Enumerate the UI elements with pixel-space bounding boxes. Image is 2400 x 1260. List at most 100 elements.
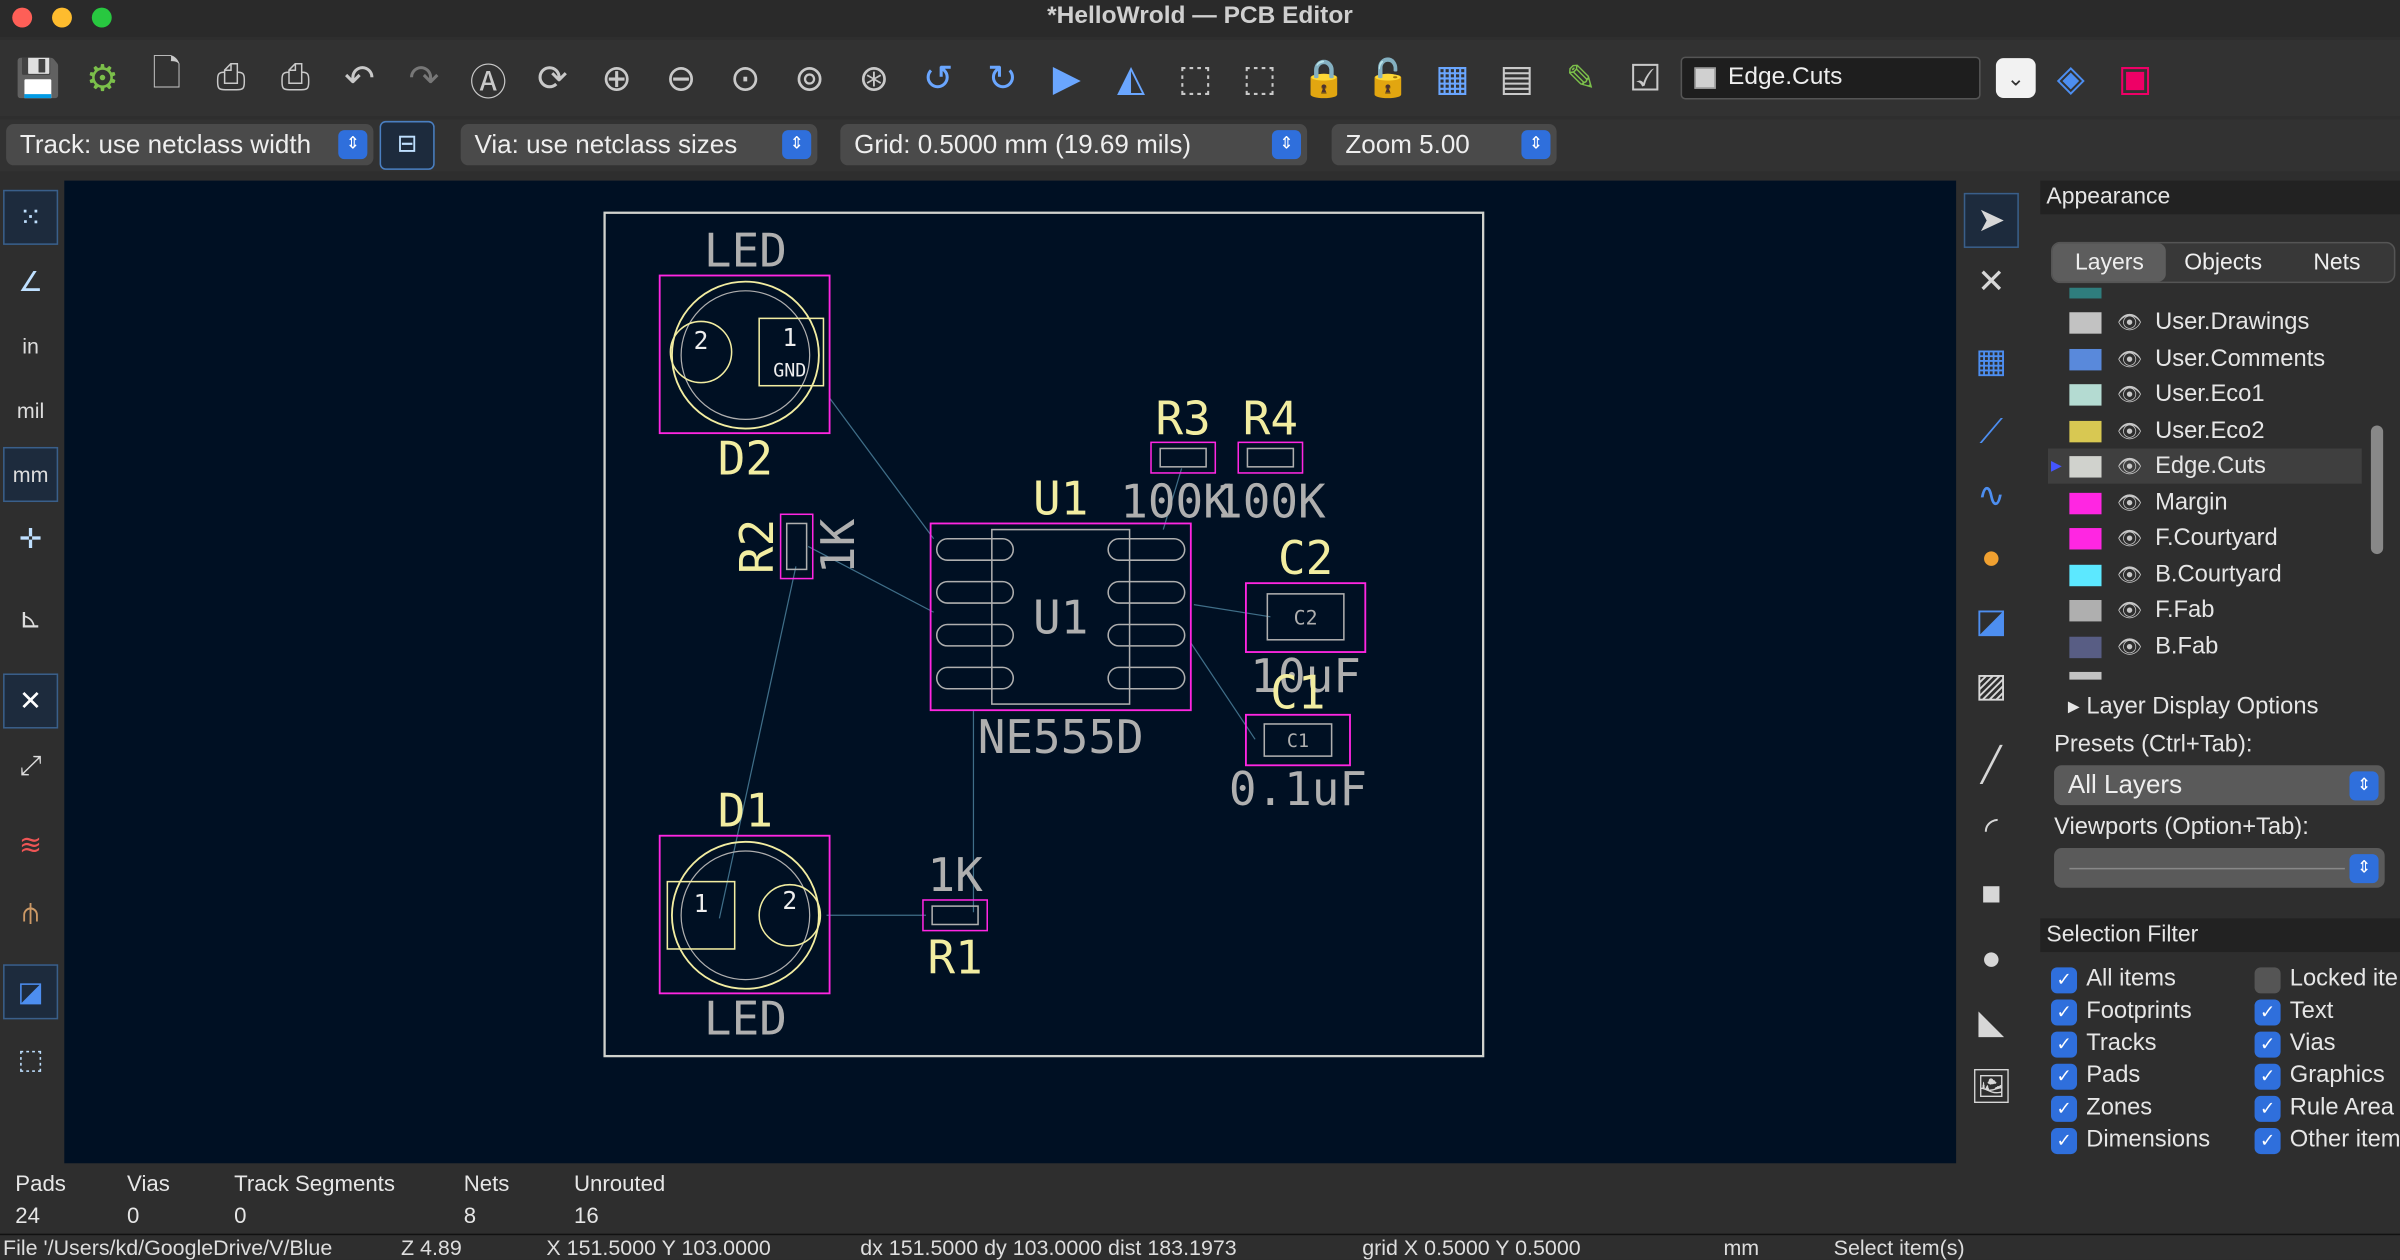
zone-icon[interactable]: ◪ <box>1964 594 2019 649</box>
mils-icon[interactable]: mil <box>3 383 58 438</box>
checkbox[interactable]: ✓ <box>2254 1128 2281 1155</box>
zoom-fit-icon[interactable]: ⊙ <box>716 49 774 107</box>
refresh-icon[interactable]: ⟳ <box>523 49 581 107</box>
layer-color-swatch[interactable] <box>2069 528 2102 550</box>
scripting-icon[interactable]: ✎ <box>1552 49 1610 107</box>
rotate-ccw-icon[interactable]: ↺ <box>909 49 967 107</box>
board-setup-icon[interactable]: ⚙ <box>73 49 131 107</box>
layer-color-swatch[interactable] <box>2069 456 2102 478</box>
via-icon[interactable]: ⫛ <box>3 885 58 940</box>
checkbox[interactable]: ✓ <box>2051 1031 2078 1058</box>
layer-row[interactable]: ▶ 👁 Edge.Cuts <box>2047 448 2362 484</box>
mm-icon[interactable]: mm <box>3 446 59 503</box>
checkbox[interactable]: ✓ <box>2254 1063 2281 1090</box>
curved-ratsnest-icon[interactable]: ⤢ <box>3 738 58 793</box>
unlock-icon[interactable]: 🔓 <box>1359 49 1417 107</box>
polar-icon[interactable]: ∠ <box>3 254 58 309</box>
footprint-browser-icon[interactable]: ▤ <box>1488 49 1546 107</box>
select-icon[interactable]: ➤ <box>1963 192 2019 248</box>
eye-icon[interactable]: 👁 <box>2117 628 2142 663</box>
page-settings-icon[interactable]: 🗋 <box>138 49 196 107</box>
layer-row[interactable]: 👁 F.Fab <box>2048 592 2362 627</box>
minimize-button[interactable] <box>52 7 72 28</box>
zone-icon[interactable]: ◪ <box>3 964 59 1020</box>
ungroup-icon[interactable]: ⬚ <box>1231 49 1289 107</box>
zoom-objects-icon[interactable]: ⊚ <box>781 49 839 107</box>
via-size-select[interactable]: Via: use netclass sizes ⇕ <box>460 123 818 166</box>
flip-icon[interactable]: ▶ <box>1038 49 1096 107</box>
zoom-button[interactable] <box>91 7 112 28</box>
close-button[interactable] <box>12 7 33 28</box>
arc-icon[interactable]: ◜ <box>1964 802 2019 857</box>
redo-icon[interactable]: ↷ <box>395 49 453 107</box>
eye-icon[interactable]: 👁 <box>2117 305 2142 340</box>
active-layer-select[interactable]: Edge.Cuts <box>1680 56 1981 100</box>
track-outline-icon[interactable]: ≋ <box>3 817 58 872</box>
ratsnest-icon[interactable]: ✕ <box>3 673 59 729</box>
layer-color-swatch[interactable] <box>2069 564 2102 586</box>
line-icon[interactable]: ╱ <box>1964 738 2019 793</box>
layer-list-scrollbar[interactable] <box>2370 425 2384 555</box>
layer-color-swatch[interactable] <box>2069 348 2102 370</box>
eye-icon[interactable]: 👁 <box>2117 448 2142 483</box>
tune-length-icon[interactable]: ∿ <box>1964 468 2019 523</box>
footprint-r2[interactable]: R2 1K <box>730 513 865 580</box>
save-icon[interactable]: 💾 <box>9 49 67 107</box>
print-icon[interactable]: ⎙ <box>202 49 260 107</box>
layer-row[interactable]: 👁 User.Eco1 <box>2048 377 2362 412</box>
layer-display-options-toggle[interactable]: ▸ Layer Display Options <box>2068 692 2319 721</box>
axes-icon[interactable]: ⊾ <box>3 591 58 646</box>
eye-icon[interactable]: 👁 <box>2117 484 2142 519</box>
auto-track-width-icon[interactable]: ⊟ <box>379 120 435 170</box>
zoom-in-icon[interactable]: ⊕ <box>588 49 646 107</box>
cursor-icon[interactable]: ✛ <box>3 511 58 566</box>
plot-icon[interactable]: ⎙ <box>266 49 324 107</box>
rotate-cw-icon[interactable]: ↻ <box>973 49 1031 107</box>
eye-icon[interactable]: 👁 <box>2117 341 2142 376</box>
inches-icon[interactable]: in <box>3 318 58 373</box>
via-icon[interactable]: ● <box>1964 530 2019 585</box>
footprint-icon[interactable]: ▦ <box>1964 334 2019 389</box>
layer-color-swatch[interactable] <box>2069 599 2102 622</box>
layer-color-swatch[interactable] <box>2069 492 2102 514</box>
image-icon[interactable]: 🖼 <box>1964 1059 2019 1114</box>
zoom-selection-icon[interactable]: ⊛ <box>845 49 903 107</box>
viewports-select[interactable]: ⇕ <box>2054 847 2385 888</box>
footprint-editor-icon[interactable]: ▣ <box>2106 49 2164 107</box>
lock-icon[interactable]: 🔒 <box>1295 49 1353 107</box>
tab-nets[interactable]: Nets <box>2280 243 2394 281</box>
undo-icon[interactable]: ↶ <box>331 49 389 107</box>
checklist-icon[interactable]: ☑ <box>1616 49 1674 107</box>
layer-row-partial[interactable] <box>2048 287 2362 305</box>
chevron-down-icon[interactable]: ⌄ <box>1995 58 2036 98</box>
eye-icon[interactable]: 👁 <box>2117 412 2142 447</box>
layer-row[interactable]: 👁 User.Comments <box>2048 341 2362 376</box>
zoom-out-icon[interactable]: ⊖ <box>652 49 710 107</box>
layer-color-swatch[interactable] <box>2069 635 2102 658</box>
checkbox[interactable]: ✓ <box>2051 1095 2078 1122</box>
bbox-icon[interactable]: ⬚ <box>3 1032 58 1087</box>
group-icon[interactable]: ⬚ <box>1166 49 1224 107</box>
footprint-d1[interactable]: 1 2 D1 LED <box>658 784 831 1046</box>
layer-row[interactable]: 👁 User.Drawings <box>2048 305 2362 340</box>
track-width-select[interactable]: Track: use netclass width ⇕ <box>6 123 374 166</box>
checkbox[interactable]: ✓ <box>2254 1095 2281 1122</box>
layer-pair-icon[interactable]: ◈ <box>2042 49 2100 107</box>
eye-icon[interactable]: 👁 <box>2117 520 2142 555</box>
local-ratsnest-icon[interactable]: ✕ <box>1964 254 2019 309</box>
checkbox[interactable]: ✓ <box>2051 1063 2078 1090</box>
zoom-select[interactable]: Zoom 5.00 ⇕ <box>1331 123 1557 166</box>
layer-row[interactable]: 👁 B.Courtyard <box>2048 556 2362 591</box>
layer-row-partial[interactable] <box>2048 664 2362 680</box>
polygon-icon[interactable]: ◣ <box>1964 995 2019 1050</box>
rule-area-icon[interactable]: ▨ <box>1964 658 2019 713</box>
checkbox[interactable]: ✓ <box>2051 967 2078 994</box>
tab-layers[interactable]: Layers <box>2052 243 2167 282</box>
checkbox[interactable] <box>2254 967 2281 994</box>
drc-icon[interactable]: ▦ <box>1423 49 1481 107</box>
layer-row[interactable]: 👁 B.Fab <box>2048 628 2362 663</box>
eye-icon[interactable]: 👁 <box>2117 377 2142 412</box>
circle-icon[interactable]: ● <box>1964 931 2019 986</box>
checkbox[interactable]: ✓ <box>2051 999 2078 1026</box>
checkbox[interactable]: ✓ <box>2051 1128 2078 1155</box>
